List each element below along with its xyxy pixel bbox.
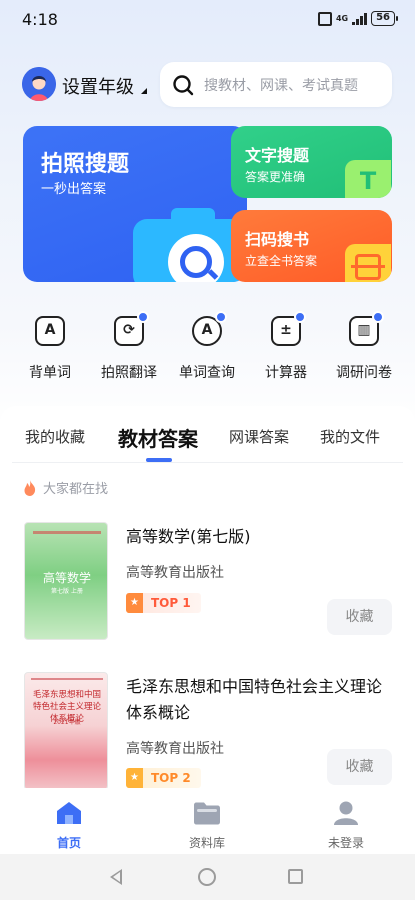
tab-my-favorites[interactable]: 我的收藏	[25, 426, 85, 447]
tool-survey[interactable]: ▥ 调研问卷	[324, 311, 404, 382]
signal-icon	[352, 12, 368, 25]
cover-subtitle: 第七版 上册	[51, 588, 83, 595]
avatar[interactable]	[22, 67, 56, 101]
book-title: 高等数学(第七版)	[126, 527, 251, 546]
text-t-icon: T	[345, 160, 391, 198]
grade-selector[interactable]: 设置年级	[62, 73, 134, 99]
avatar-icon	[22, 67, 56, 101]
book-cover: 毛泽东思想和中国特色社会主义理论体系概论 2021年版	[24, 672, 108, 790]
nav-label: 首页	[56, 836, 81, 850]
text-search-card[interactable]: 文字搜题 答案更准确 T	[231, 126, 392, 198]
tool-label: 背单词	[29, 365, 71, 381]
list-item[interactable]: 高等数学 第七版 上册 高等数学(第七版) 高等教育出版社 ★ TOP 1 收藏	[0, 522, 415, 652]
book-title: 毛泽东思想和中国特色社会主义理论体系概论	[126, 677, 383, 722]
tool-glyph: ▥	[357, 322, 371, 338]
text-search-subtitle: 答案更准确	[245, 170, 306, 184]
cover-stripe	[33, 531, 101, 534]
home-circle-icon[interactable]	[198, 868, 216, 886]
photo-search-title: 拍照搜题	[41, 152, 130, 177]
tool-glyph: ±	[280, 322, 292, 338]
cover-title: 高等数学	[42, 571, 91, 585]
photo-search-subtitle: 一秒出答案	[41, 182, 107, 197]
tool-photo-translate[interactable]: ⟳ 拍照翻译	[89, 311, 169, 382]
search-bar[interactable]: 搜教材、网课、考试真题	[160, 62, 392, 107]
tool-label: 单词查询	[179, 365, 235, 381]
status-icons: 4G 56	[317, 11, 398, 26]
scan-book-title: 扫码搜书	[245, 230, 310, 249]
home-icon	[57, 802, 81, 824]
tool-label: 计算器	[265, 365, 307, 381]
rank-badge: ★ TOP 1	[126, 593, 201, 613]
tool-calculator[interactable]: ± 计算器	[246, 311, 326, 382]
rank-label: TOP 2	[143, 768, 201, 788]
nav-label: 资料库	[188, 836, 225, 850]
badge-dot	[294, 311, 306, 323]
word-search-icon: A	[192, 311, 227, 346]
tool-glyph: ⟳	[123, 322, 135, 338]
star-icon: ★	[126, 768, 143, 788]
list-item[interactable]: 毛泽东思想和中国特色社会主义理论体系概论 2021年版 毛泽东思想和中国特色社会…	[0, 672, 415, 802]
user-icon	[334, 801, 358, 825]
tool-label: 拍照翻译	[101, 365, 157, 381]
nav-label: 未登录	[327, 836, 364, 850]
tool-word-lookup[interactable]: A 单词查询	[167, 311, 247, 382]
nav-library[interactable]: 资料库	[162, 788, 252, 851]
favorite-button[interactable]: 收藏	[327, 599, 392, 635]
bottom-navigation: 首页 资料库 未登录	[0, 788, 415, 854]
system-navigation-bar	[0, 854, 415, 900]
tools-row: A 背单词 ⟳ 拍照翻译 A 单词查询 ± 计算器 ▥ 调研问卷	[0, 311, 415, 382]
nav-home[interactable]: 首页	[24, 788, 114, 851]
nav-profile[interactable]: 未登录	[301, 788, 391, 851]
vibrate-icon	[317, 11, 332, 26]
rank-label: TOP 1	[143, 593, 201, 613]
cover-subtitle: 2021年版	[53, 719, 81, 726]
calculator-icon: ±	[271, 311, 306, 346]
tab-my-files[interactable]: 我的文件	[320, 426, 380, 447]
scan-book-card[interactable]: 扫码搜书 立查全书答案	[231, 210, 392, 282]
rank-badge: ★ TOP 2	[126, 768, 201, 788]
tab-course-answers[interactable]: 网课答案	[229, 426, 289, 447]
cover-stripe	[31, 678, 103, 680]
survey-icon: ▥	[349, 311, 384, 346]
tabs-divider	[12, 462, 403, 463]
search-placeholder: 搜教材、网课、考试真题	[204, 77, 358, 94]
tool-label: 调研问卷	[336, 365, 392, 381]
scan-icon	[345, 244, 391, 282]
tool-glyph: A	[44, 322, 56, 338]
book-a-icon: A	[35, 316, 65, 346]
book-cover: 高等数学 第七版 上册	[24, 522, 108, 640]
photo-search-card[interactable]: 拍照搜题 一秒出答案	[23, 126, 247, 282]
recent-apps-icon[interactable]	[288, 869, 303, 884]
dropdown-caret-icon	[141, 88, 147, 94]
battery-icon: 56	[371, 11, 398, 26]
translate-icon: ⟳	[114, 311, 149, 346]
scan-book-subtitle: 立查全书答案	[245, 254, 318, 268]
back-icon-inner	[113, 872, 120, 882]
book-publisher: 高等教育出版社	[126, 565, 224, 581]
fire-icon	[24, 479, 36, 496]
trending-header: 大家都在找	[23, 478, 108, 497]
status-time: 4:18	[22, 10, 58, 29]
tool-vocabulary[interactable]: A 背单词	[10, 312, 90, 382]
folder-icon	[194, 802, 220, 825]
book-publisher: 高等教育出版社	[126, 741, 224, 757]
star-icon: ★	[126, 593, 143, 613]
badge-dot	[372, 311, 384, 323]
trending-label: 大家都在找	[43, 482, 109, 497]
text-search-title: 文字搜题	[245, 146, 310, 165]
network-type: 4G	[335, 13, 349, 23]
favorite-button[interactable]: 收藏	[327, 749, 392, 785]
content-tabs: 我的收藏 教材答案 网课答案 我的文件	[0, 406, 415, 462]
badge-dot	[215, 311, 227, 323]
search-icon	[173, 74, 194, 95]
tab-textbook-answers[interactable]: 教材答案	[118, 423, 198, 452]
status-bar: 4:18 4G 56	[0, 0, 415, 40]
tool-glyph: A	[201, 322, 213, 338]
badge-dot	[137, 311, 149, 323]
